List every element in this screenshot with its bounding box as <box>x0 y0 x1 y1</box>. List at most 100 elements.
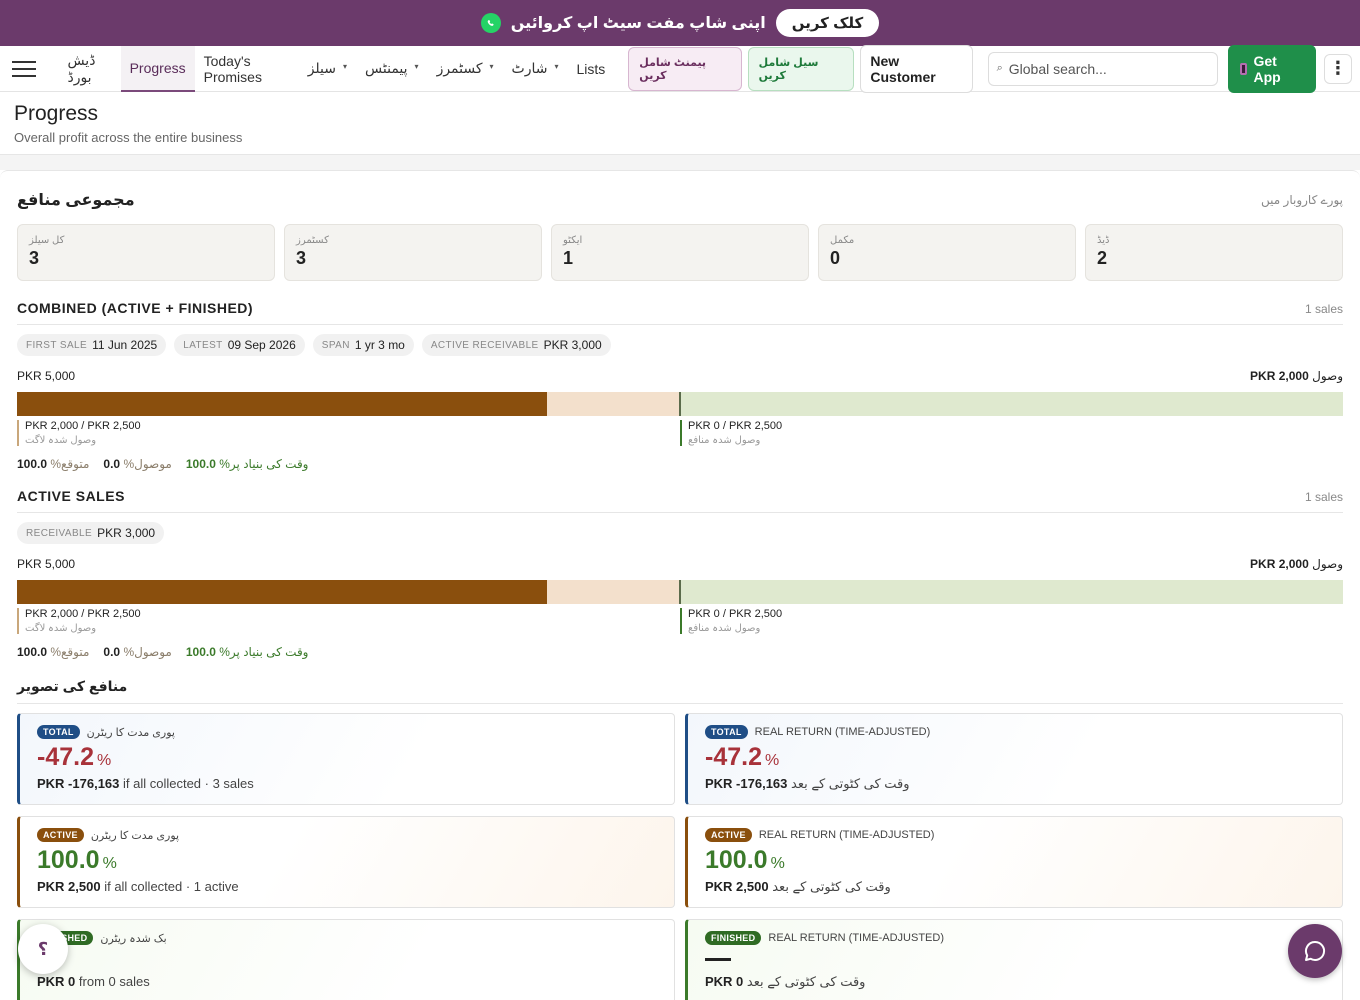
cost-collected-segment <box>17 580 547 604</box>
chat-button[interactable] <box>1288 924 1342 978</box>
return-card-header: ACTIVE REAL RETURN (TIME-ADJUSTED) <box>705 828 1325 842</box>
return-card-header: FINISHED REAL RETURN (TIME-ADJUSTED) <box>705 931 1325 945</box>
cost-legend-value: PKR 2,000 / PKR 2,500 <box>25 420 141 432</box>
return-unit: % <box>764 752 780 769</box>
stat-value: 0 <box>830 248 841 268</box>
get-app-button[interactable]: Get App <box>1227 44 1316 93</box>
received-pct: 0.0 %موصول <box>103 645 171 659</box>
ontime-pct: 100.0 %وقت کی بنیاد پر <box>186 457 309 471</box>
global-search[interactable]: ⌕ <box>987 51 1218 86</box>
received-word: وصول <box>1312 369 1343 383</box>
chip-value: 1 yr 3 mo <box>354 338 405 352</box>
return-note: if all collected · 1 active <box>100 879 239 894</box>
overall-profit-card: مجموعی منافع پورے کاروبار میں کل سیلز 3 … <box>0 170 1360 1000</box>
combined-amounts: PKR 5,000 PKR 2,000 وصول <box>17 369 1343 383</box>
return-value: -47.2% <box>37 743 657 772</box>
chip-key: SPAN <box>321 339 350 351</box>
return-card-header: TOTAL پوری مدت کا ریٹرن <box>37 725 657 739</box>
nav-item-6[interactable]: شارٹ ▾ <box>503 46 568 92</box>
combined-received: PKR 2,000 وصول <box>1250 369 1343 383</box>
profit-legend-caption: وصول شدہ منافع <box>688 623 761 634</box>
chip-value: 11 Jun 2025 <box>92 338 158 352</box>
chip-span: SPAN 1 yr 3 mo <box>312 334 414 356</box>
cost-collected-segment <box>17 392 547 416</box>
page-header: Progress Overall profit across the entir… <box>0 92 1360 155</box>
chip-key: ACTIVE RECEIVABLE <box>430 339 539 351</box>
stat-value: 3 <box>296 248 307 268</box>
hamburger-menu-icon[interactable] <box>12 60 37 77</box>
nav-item-3[interactable]: سیلز ▾ <box>299 46 356 92</box>
profit-legend-value: PKR 0 / PKR 2,500 <box>688 608 783 620</box>
received-amount: PKR 2,000 <box>1250 557 1309 571</box>
stat-completed: مکمل 0 <box>818 224 1076 281</box>
stat-active: ایکٹو 1 <box>551 224 809 281</box>
ontime-value: 100.0 <box>185 645 216 659</box>
return-footer: PKR 0 وقت کی کٹوتی کے بعد <box>705 974 1325 990</box>
return-card-header: FINISHED بک شدہ ریٹرن <box>37 931 657 945</box>
nav-item-0[interactable]: ڈیش بورڈ <box>58 46 120 92</box>
help-button[interactable]: ؟ <box>18 924 68 974</box>
return-note: وقت کی کٹوتی کے بعد <box>787 776 910 791</box>
combined-heading: COMBINED (ACTIVE + FINISHED) <box>17 300 254 316</box>
caret-down-icon: ▾ <box>343 62 348 71</box>
nav-item-4[interactable]: پیمنٹس ▾ <box>356 46 428 92</box>
return-value: 100.0% <box>705 846 1325 875</box>
phone-icon <box>1239 62 1248 75</box>
nav-item-label: شارٹ <box>511 60 548 76</box>
combined-percentages: 100.0 %متوقع 0.0 %موصول 100.0 %وقت کی بن… <box>17 457 1343 471</box>
add-payment-button[interactable]: پیمنٹ شامل کریں <box>628 46 742 91</box>
add-sale-button[interactable]: سیل شامل کریں <box>747 46 855 91</box>
return-unit: % <box>770 855 785 872</box>
stat-label: کل سیلز <box>29 235 65 246</box>
profit-legend: PKR 0 / PKR 2,500 وصول شدہ منافع <box>680 608 782 634</box>
page-title: Progress <box>14 102 99 125</box>
new-customer-button[interactable]: New Customer <box>860 44 973 93</box>
promo-cta-button[interactable]: کلک کریں <box>775 9 880 37</box>
stat-customers: کسٹمرز 3 <box>284 224 542 281</box>
return-number: 100.0 <box>37 846 100 874</box>
nav-item-7[interactable]: Lists <box>568 46 615 92</box>
expected-value: 100.0 <box>17 645 48 659</box>
global-search-input[interactable] <box>1008 60 1209 77</box>
chip-value: PKR 3,000 <box>543 338 602 352</box>
chip-key: FIRST SALE <box>26 339 88 351</box>
nav-item-5[interactable]: کسٹمرز ▾ <box>428 46 503 92</box>
stat-label: ڈیڈ <box>1097 235 1110 246</box>
stat-label: ایکٹو <box>563 235 583 246</box>
more-options-icon[interactable]: ⋮ <box>1323 53 1352 84</box>
return-badge: ACTIVE <box>37 828 84 842</box>
stats-row: کل سیلز 3 کسٹمرز 3 ایکٹو 1 مکمل 0 ڈیڈ 2 <box>17 224 1343 281</box>
received-pct: 0.0 %موصول <box>103 457 171 471</box>
return-card-active: ACTIVE پوری مدت کا ریٹرن 100.0% PKR 2,50… <box>17 816 675 908</box>
expected-pct: 100.0 %متوقع <box>17 645 89 659</box>
return-footer: PKR 0 from 0 sales <box>37 974 657 989</box>
profit-visual-title: منافع کی تصویر <box>17 678 1343 704</box>
chip-active-receivable: ACTIVE RECEIVABLE PKR 3,000 <box>421 334 611 356</box>
return-footer: PKR 2,500 وقت کی کٹوتی کے بعد <box>705 879 1325 895</box>
active-count: 1 sales <box>1304 490 1343 504</box>
top-navbar: ڈیش بورڈ Progress Today's Promises سیلز ▾ پیم… <box>0 44 1360 93</box>
nav-item-2[interactable]: Today's Promises <box>195 46 299 92</box>
combined-progress-bar <box>17 392 1343 416</box>
return-card-header: ACTIVE پوری مدت کا ریٹرن <box>37 828 657 842</box>
nav-item-1[interactable]: Progress <box>120 45 195 92</box>
return-card-finished: FINISHED REAL RETURN (TIME-ADJUSTED) PKR… <box>685 919 1343 1000</box>
chip-latest: LATEST 09 Sep 2026 <box>174 334 305 356</box>
return-card-active: ACTIVE REAL RETURN (TIME-ADJUSTED) 100.0… <box>685 816 1343 908</box>
return-footer: PKR -176,163 وقت کی کٹوتی کے بعد <box>705 776 1325 792</box>
chip-value: PKR 3,000 <box>97 526 156 540</box>
combined-chips: FIRST SALE 11 Jun 2025 LATEST 09 Sep 2026 … <box>17 334 1343 356</box>
stat-dead: ڈیڈ 2 <box>1085 224 1343 281</box>
active-progress-bar <box>17 580 1343 604</box>
return-badge: FINISHED <box>705 931 762 945</box>
caret-down-icon: ▾ <box>414 62 419 71</box>
return-label: بک شدہ ریٹرن <box>100 932 167 945</box>
nav-items: ڈیش بورڈ Progress Today's Promises سیلز ▾ پیم… <box>58 45 615 92</box>
return-card-total: TOTAL پوری مدت کا ریٹرن -47.2% PKR -176,… <box>17 713 675 805</box>
active-amounts: PKR 5,000 PKR 2,000 وصول <box>17 557 1343 571</box>
chip-value: 09 Sep 2026 <box>227 338 296 352</box>
return-card-total: TOTAL REAL RETURN (TIME-ADJUSTED) -47.2%… <box>685 713 1343 805</box>
return-note: وقت کی کٹوتی کے بعد <box>768 879 891 894</box>
ontime-pct: 100.0 %وقت کی بنیاد پر <box>186 645 309 659</box>
active-chips: RECEIVABLE PKR 3,000 <box>17 522 1343 544</box>
